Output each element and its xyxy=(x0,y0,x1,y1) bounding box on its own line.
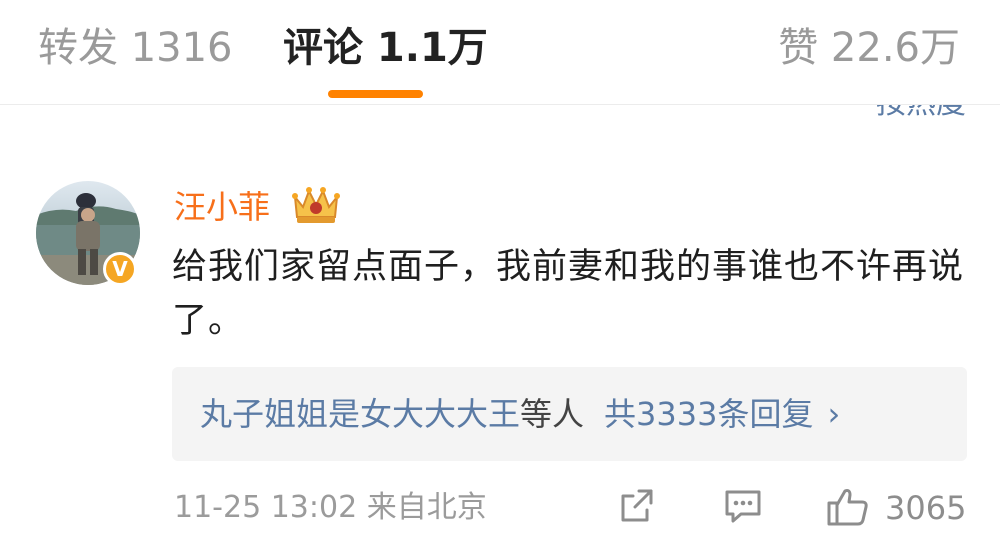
tab-repost[interactable]: 转发 1316 xyxy=(38,22,233,74)
share-icon[interactable] xyxy=(617,486,657,526)
tab-comments[interactable]: 评论 1.1万 xyxy=(283,22,488,74)
active-tab-indicator xyxy=(328,90,423,98)
tab-likes[interactable]: 赞 22.6万 xyxy=(778,22,960,74)
chevron-right-icon: › xyxy=(827,395,841,433)
thumbs-up-icon[interactable] xyxy=(826,486,870,528)
reply-etc-label: 等人 xyxy=(520,395,585,433)
comment-timestamp: 11-25 13:02 xyxy=(174,490,358,525)
sort-by-heat-button[interactable]: 按热度 xyxy=(876,105,966,121)
tab-bar: 转发 1316 评论 1.1万 赞 22.6万 xyxy=(0,0,1000,105)
crown-badge-icon[interactable] xyxy=(289,183,343,227)
comment-page: 转发 1316 评论 1.1万 赞 22.6万 按热度 V 汪小菲 xyxy=(0,0,1000,541)
comment-icon[interactable] xyxy=(723,486,763,526)
verified-badge: V xyxy=(103,252,137,286)
reply-users-link[interactable]: 丸子姐姐是女大大大王 xyxy=(200,395,520,433)
replies-preview[interactable]: 丸子姐姐是女大大大王等人 共3333条回复 › xyxy=(172,367,967,461)
like-count: 3065 xyxy=(885,489,967,527)
comment-meta: 11-25 13:02 来自北京 xyxy=(174,488,487,528)
sort-strip: 按热度 xyxy=(0,105,1000,121)
reply-count-link[interactable]: 共3333条回复 xyxy=(604,395,813,433)
comment-text: 给我们家留点面子，我前妻和我的事谁也不许再说了。 xyxy=(172,247,965,341)
comment-username[interactable]: 汪小菲 xyxy=(174,187,270,227)
comment-location: 来自北京 xyxy=(366,490,487,525)
replies-summary: 丸子姐姐是女大大大王等人 共3333条回复 › xyxy=(200,393,840,435)
